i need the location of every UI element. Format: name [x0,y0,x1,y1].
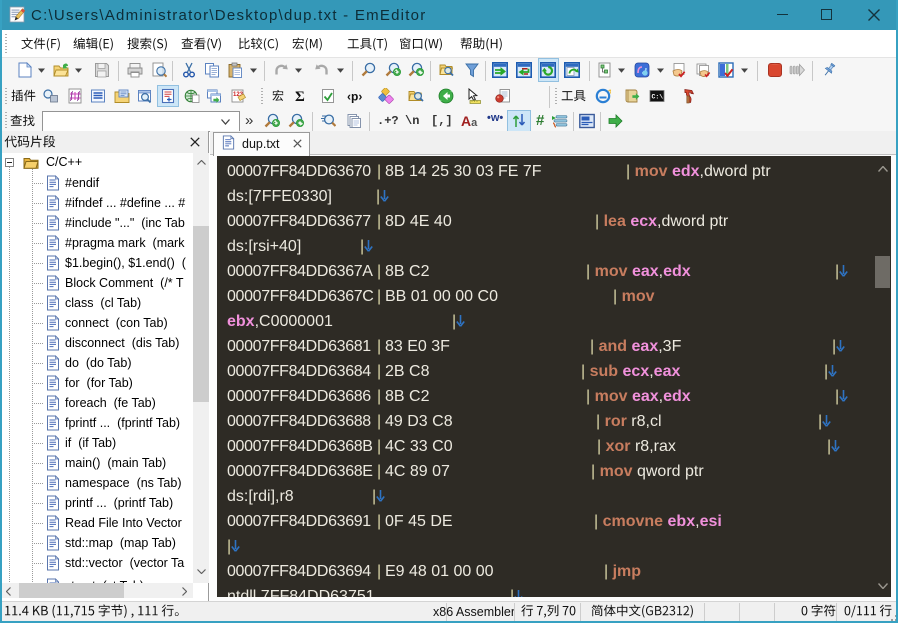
svg-text:C:\: C:\ [652,94,664,101]
svg-text:Σ: Σ [295,89,305,104]
svg-text:‹p›: ‹p› [347,90,362,104]
